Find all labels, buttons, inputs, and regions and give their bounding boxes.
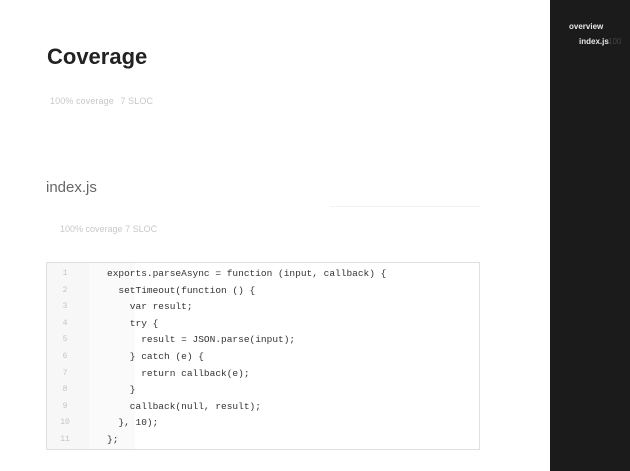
- source-code-table: 1 exports.parseAsync = function (input, c…: [46, 262, 480, 450]
- file-coverage: 100% coverage: [60, 224, 123, 234]
- line-source: }, 10);: [107, 417, 159, 429]
- overall-stats: 100% coverage 7 SLOC: [50, 96, 153, 106]
- line-number: 11: [60, 435, 70, 444]
- line-number: 8: [62, 385, 68, 395]
- divider: [330, 206, 480, 207]
- line-number: 10: [60, 418, 70, 428]
- line-source: setTimeout(function () {: [107, 284, 256, 296]
- line-number: 2: [62, 285, 68, 295]
- line-number: 9: [62, 401, 68, 411]
- overall-sloc: 7 SLOC: [120, 96, 154, 106]
- line-source: return callback(e);: [107, 367, 250, 379]
- code-line: 2 setTimeout(function () {: [47, 283, 479, 299]
- line-source: };: [107, 434, 119, 445]
- code-line: 3 var result;: [47, 299, 479, 315]
- file-sloc: 7 SLOC: [125, 224, 158, 234]
- overall-coverage: 100% coverage: [50, 96, 114, 106]
- line-source: var result;: [107, 301, 193, 313]
- sidebar-item-coverage: 100: [608, 37, 622, 46]
- line-source: } catch (e) {: [107, 351, 204, 362]
- sidebar-item-index-js[interactable]: index.js: [579, 37, 609, 46]
- line-source: result = JSON.parse(input);: [107, 334, 296, 346]
- line-number: 4: [62, 318, 68, 328]
- code-line: 7 return callback(e);: [47, 366, 479, 382]
- line-source: callback(null, result);: [107, 400, 261, 412]
- line-source: try {: [107, 317, 159, 329]
- line-number: 7: [62, 368, 68, 378]
- code-line: 11};: [47, 432, 479, 448]
- line-source: }: [107, 384, 136, 396]
- code-line: 10 }, 10);: [47, 415, 479, 431]
- code-line: 1 exports.parseAsync = function (input, c…: [47, 266, 479, 282]
- file-stats: 100% coverage 7 SLOC: [60, 224, 157, 234]
- sidebar-item-overview[interactable]: overview: [569, 22, 603, 31]
- line-number: 3: [62, 302, 68, 312]
- file-title: index.js: [46, 179, 97, 196]
- code-line: 5 result = JSON.parse(input);: [47, 332, 479, 348]
- sidebar-menu: overview index.js 100: [550, 0, 630, 471]
- line-number: 5: [62, 335, 68, 345]
- code-line: 8 }: [47, 382, 479, 398]
- line-number: 1: [62, 269, 68, 278]
- code-line: 9 callback(null, result);: [47, 399, 479, 415]
- page-title: Coverage: [47, 44, 148, 69]
- line-number: 6: [62, 352, 68, 361]
- code-line: 6 } catch (e) {: [47, 349, 479, 365]
- code-line: 4 try {: [47, 316, 479, 332]
- main-content: Coverage 100% coverage 7 SLOC index.js 1…: [0, 0, 550, 471]
- line-source: exports.parseAsync = function (input, ca…: [107, 268, 387, 279]
